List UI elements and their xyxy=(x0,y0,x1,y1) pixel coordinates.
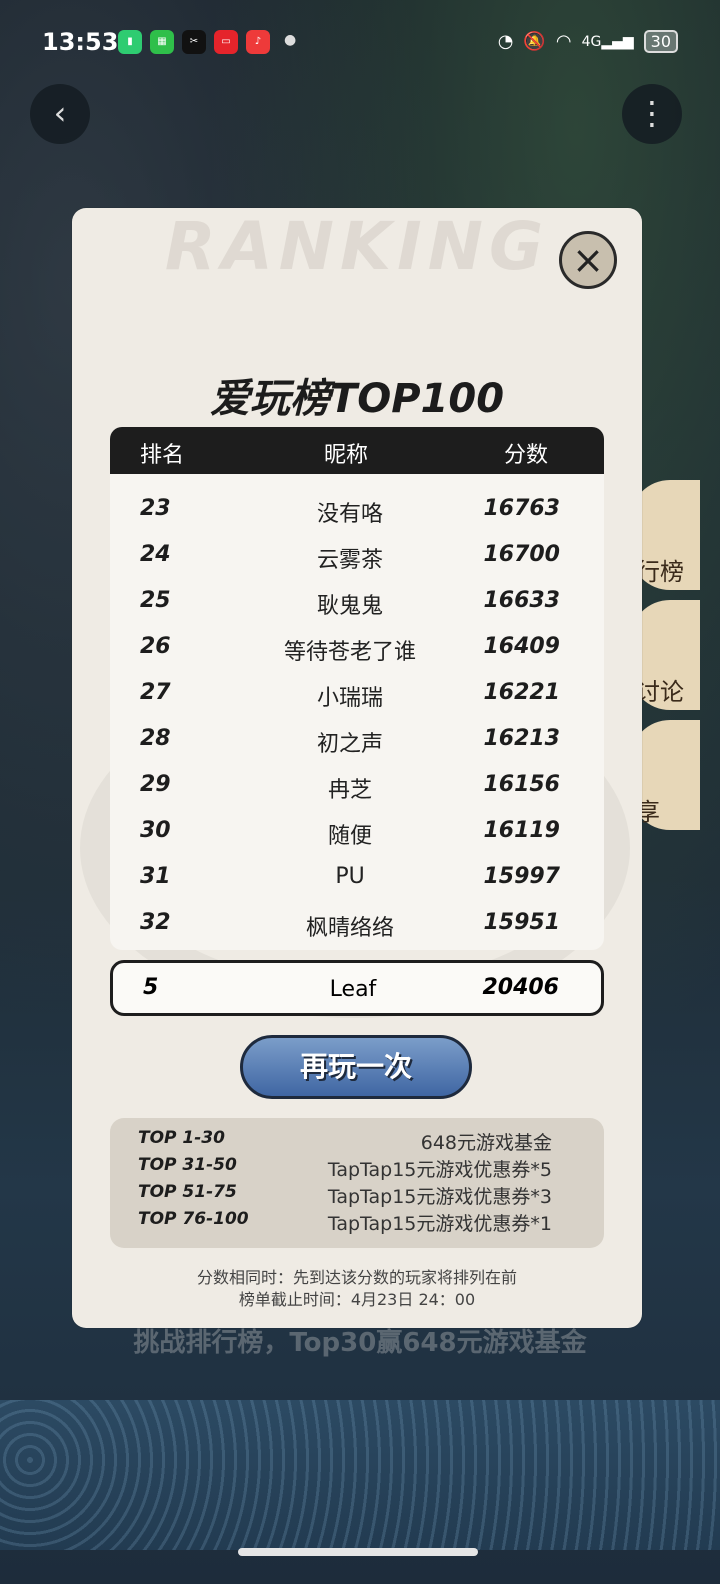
battery-saver-icon: ▮ xyxy=(118,30,142,54)
row-name: 随便 xyxy=(327,824,372,849)
speed-icon: ◔ xyxy=(497,31,514,52)
reward-tier: TOP 1-30 xyxy=(138,1128,225,1148)
table-row: 26 等待苍老了谁 16409 xyxy=(110,624,604,670)
battery-icon: 30 xyxy=(643,30,678,53)
capcut-icon: ✂ xyxy=(182,30,206,54)
background-waves xyxy=(0,1400,720,1550)
reward-prize: TapTap15元游戏优惠券*5 xyxy=(327,1159,552,1181)
side-item-label: 行榜 xyxy=(636,558,684,586)
chevron-left-icon: ‹ xyxy=(53,94,67,132)
row-name: 枫晴络络 xyxy=(305,916,394,941)
reward-prize: TapTap15元游戏优惠券*3 xyxy=(327,1186,552,1208)
row-name: 云雾茶 xyxy=(316,548,383,573)
mute-icon: 🔕 xyxy=(523,31,546,52)
reward-row: TOP 31-50 TapTap15元游戏优惠券*5 xyxy=(110,1155,604,1182)
modal-title: 爱玩榜TOP100 xyxy=(209,376,505,422)
row-rank: 30 xyxy=(140,818,171,843)
status-bar: 13:53 ▮ ▦ ✂ ▭ ♪ ● ◔ 🔕 ◠ 4G▂▄▆ 30 xyxy=(0,0,720,86)
ranking-modal: RANKING × 爱玩榜TOP100 排名 昵称 分数 23 没有咯 1676… xyxy=(72,208,642,1328)
signal-icon: 4G▂▄▆ xyxy=(581,33,634,50)
row-score: 15997 xyxy=(483,864,560,889)
deadline-note: 榜单截止时间：4月23日 24：00 xyxy=(238,1290,476,1309)
reward-tier: TOP 31-50 xyxy=(138,1155,237,1175)
tie-rule-note: 分数相同时：先到达该分数的玩家将排列在前 xyxy=(196,1268,517,1287)
row-name: 没有咯 xyxy=(316,502,383,527)
home-indicator[interactable] xyxy=(238,1548,478,1556)
row-score: 16633 xyxy=(483,588,560,613)
row-score: 16213 xyxy=(483,726,560,751)
row-rank: 28 xyxy=(140,726,171,751)
table-row: 24 云雾茶 16700 xyxy=(110,532,604,578)
reward-row: TOP 1-30 648元游戏基金 xyxy=(110,1128,604,1155)
row-name: PU xyxy=(335,864,365,889)
row-score: 16221 xyxy=(483,680,560,705)
table-row: 29 冉芝 16156 xyxy=(110,762,604,808)
row-rank: 27 xyxy=(140,680,171,705)
row-name: 等待苍老了谁 xyxy=(283,640,416,665)
row-rank: 25 xyxy=(140,588,171,613)
row-score: 16119 xyxy=(483,818,560,843)
header-nickname: 昵称 xyxy=(324,443,369,468)
row-score: 16700 xyxy=(483,542,560,567)
table-header: 排名 昵称 分数 xyxy=(110,427,604,474)
my-score: 20406 xyxy=(482,975,559,1000)
more-vertical-icon: ⋮ xyxy=(636,94,668,132)
row-name: 初之声 xyxy=(316,732,383,757)
close-button[interactable]: × xyxy=(559,231,617,289)
reward-prize: TapTap15元游戏优惠券*1 xyxy=(327,1213,552,1235)
table-row: 30 随便 16119 xyxy=(110,808,604,854)
side-item-label: 讨论 xyxy=(636,678,684,706)
my-name: Leaf xyxy=(329,977,377,1002)
reward-prize: 648元游戏基金 xyxy=(420,1132,552,1154)
rewards-panel: TOP 1-30 648元游戏基金 TOP 31-50 TapTap15元游戏优… xyxy=(110,1118,604,1248)
header-rank: 排名 xyxy=(140,443,185,468)
table-row: 32 枫晴络络 15951 xyxy=(110,900,604,946)
row-name: 小瑞瑞 xyxy=(316,686,383,711)
row-rank: 32 xyxy=(140,910,171,935)
row-score: 16409 xyxy=(483,634,560,659)
table-row: 25 耿鬼鬼 16633 xyxy=(110,578,604,624)
back-button[interactable]: ‹ xyxy=(30,84,90,144)
table-row: 31 PU 15997 xyxy=(110,854,604,900)
row-rank: 29 xyxy=(140,772,171,797)
ranking-table: 23 没有咯 16763 24 云雾茶 16700 25 耿鬼鬼 16633 2… xyxy=(110,474,604,950)
status-time: 13:53 xyxy=(42,28,119,56)
table-row: 23 没有咯 16763 xyxy=(110,486,604,532)
reward-row: TOP 51-75 TapTap15元游戏优惠券*3 xyxy=(110,1182,604,1209)
row-score: 16156 xyxy=(483,772,560,797)
close-icon: × xyxy=(572,238,604,282)
row-rank: 24 xyxy=(140,542,171,567)
more-notifications-icon: ● xyxy=(284,32,297,48)
row-name: 冉芝 xyxy=(327,778,372,803)
ranking-watermark: RANKING xyxy=(164,208,550,285)
play-again-button[interactable]: 再玩一次 xyxy=(240,1035,472,1099)
table-row: 28 初之声 16213 xyxy=(110,716,604,762)
row-rank: 23 xyxy=(140,496,171,521)
my-rank-row: 5 Leaf 20406 xyxy=(110,960,604,1016)
xiaohongshu-icon: ▭ xyxy=(214,30,238,54)
reward-row: TOP 76-100 TapTap15元游戏优惠券*1 xyxy=(110,1209,604,1236)
row-score: 15951 xyxy=(483,910,560,935)
row-rank: 31 xyxy=(140,864,171,889)
row-score: 16763 xyxy=(483,496,560,521)
my-rank: 5 xyxy=(143,975,159,1000)
row-rank: 26 xyxy=(140,634,171,659)
header-score: 分数 xyxy=(504,443,549,468)
app-icon: ▦ xyxy=(150,30,174,54)
music-icon: ♪ xyxy=(246,30,270,54)
reward-tier: TOP 51-75 xyxy=(138,1182,237,1202)
reward-tier: TOP 76-100 xyxy=(138,1209,249,1229)
table-row: 27 小瑞瑞 16221 xyxy=(110,670,604,716)
wifi-icon: ◠ xyxy=(555,31,572,52)
status-right: ◔ 🔕 ◠ 4G▂▄▆ 30 xyxy=(498,30,678,53)
more-button[interactable]: ⋮ xyxy=(622,84,682,144)
row-name: 耿鬼鬼 xyxy=(316,594,383,619)
